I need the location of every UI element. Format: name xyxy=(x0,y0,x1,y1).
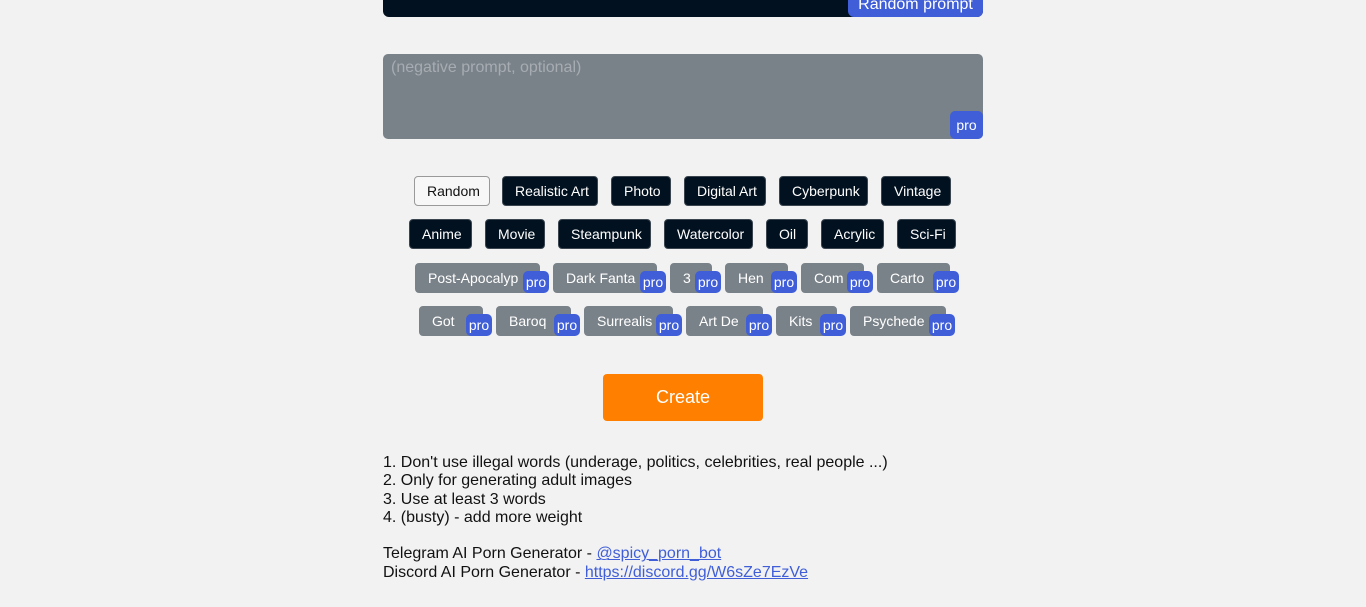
style-button[interactable]: Surrealis pro xyxy=(584,306,682,336)
pro-badge: pro xyxy=(929,314,955,336)
pro-badge: pro xyxy=(640,271,666,293)
style-button[interactable]: Com pro xyxy=(801,263,873,293)
style-label: Sci-Fi xyxy=(910,226,946,242)
negative-prompt-container: pro xyxy=(383,54,983,139)
random-prompt-button[interactable]: Random prompt xyxy=(848,0,983,17)
style-button[interactable]: Carto pro xyxy=(877,263,959,293)
pro-badge: pro xyxy=(466,314,492,336)
style-button[interactable]: Digital Art xyxy=(684,176,766,206)
rule-line: 2. Only for generating adult images xyxy=(383,472,633,490)
style-label: Digital Art xyxy=(697,183,757,199)
style-button[interactable]: Photo xyxy=(611,176,671,206)
style-button[interactable]: Movie xyxy=(485,219,545,249)
style-label: Vintage xyxy=(894,183,942,199)
style-label: Photo xyxy=(624,183,661,199)
telegram-line: Telegram AI Porn Generator - @spicy_porn… xyxy=(383,545,888,563)
style-label: Oil xyxy=(779,226,797,242)
rule-line: 1. Don't use illegal words (underage, po… xyxy=(383,454,888,471)
style-button[interactable]: Got pro xyxy=(419,306,492,336)
style-button[interactable]: Post-Apocalyp pro xyxy=(415,263,549,293)
style-button[interactable]: Psychede pro xyxy=(850,306,955,336)
style-button[interactable]: Watercolor xyxy=(664,219,753,249)
style-button[interactable]: Vintage xyxy=(881,176,951,206)
style-button[interactable]: Art De pro xyxy=(686,306,772,336)
pro-badge: pro xyxy=(523,271,549,293)
pro-badge: pro xyxy=(950,111,983,139)
style-label: Post-Apocalyp xyxy=(428,270,519,286)
style-label: Realistic Art xyxy=(515,183,589,199)
style-button[interactable]: Steampunk xyxy=(558,219,651,249)
style-button[interactable]: Kits pro xyxy=(776,306,846,336)
style-button[interactable]: Dark Fanta pro xyxy=(553,263,666,293)
pro-badge: pro xyxy=(554,314,580,336)
style-label: Random xyxy=(427,183,480,199)
style-label: Watercolor xyxy=(677,226,745,242)
rule-line: 3. Use at least 3 words xyxy=(383,490,546,508)
pro-badge: pro xyxy=(695,271,721,293)
style-label: Movie xyxy=(498,226,536,242)
discord-link[interactable]: https://discord.gg/W6sZe7EzVe xyxy=(585,564,808,581)
style-button[interactable]: Oil xyxy=(766,219,808,249)
style-button[interactable]: Hen pro xyxy=(725,263,797,293)
discord-line: Discord AI Porn Generator - https://disc… xyxy=(383,564,888,582)
pro-badge: pro xyxy=(746,314,772,336)
discord-label: Discord AI Porn Generator - xyxy=(383,563,585,581)
rules-text: 1. Don't use illegal words (underage, po… xyxy=(383,454,888,582)
rule-line: 4. (busty) - add more weight xyxy=(383,508,583,526)
pro-badge: pro xyxy=(933,271,959,293)
style-button[interactable]: Cyberpunk xyxy=(779,176,868,206)
style-label: Anime xyxy=(422,226,462,242)
style-button[interactable]: Anime xyxy=(409,219,472,249)
negative-prompt-input[interactable] xyxy=(383,54,983,139)
pro-badge: pro xyxy=(656,314,682,336)
style-button[interactable]: Baroq pro xyxy=(496,306,580,336)
style-button[interactable]: Realistic Art xyxy=(502,176,598,206)
telegram-link[interactable]: @spicy_porn_bot xyxy=(596,545,721,562)
pro-badge: pro xyxy=(847,271,873,293)
style-label: Acrylic xyxy=(834,226,876,242)
style-label: Cyberpunk xyxy=(792,183,860,199)
style-button[interactable]: Sci-Fi xyxy=(897,219,956,249)
style-button[interactable]: Acrylic xyxy=(821,219,884,249)
telegram-label: Telegram AI Porn Generator - xyxy=(383,545,597,563)
pro-badge: pro xyxy=(771,271,797,293)
style-button[interactable]: 3 pro xyxy=(670,263,721,293)
create-button[interactable]: Create xyxy=(603,374,763,421)
style-button[interactable]: Random xyxy=(414,176,490,206)
pro-badge: pro xyxy=(820,314,846,336)
style-label: Steampunk xyxy=(571,226,642,242)
